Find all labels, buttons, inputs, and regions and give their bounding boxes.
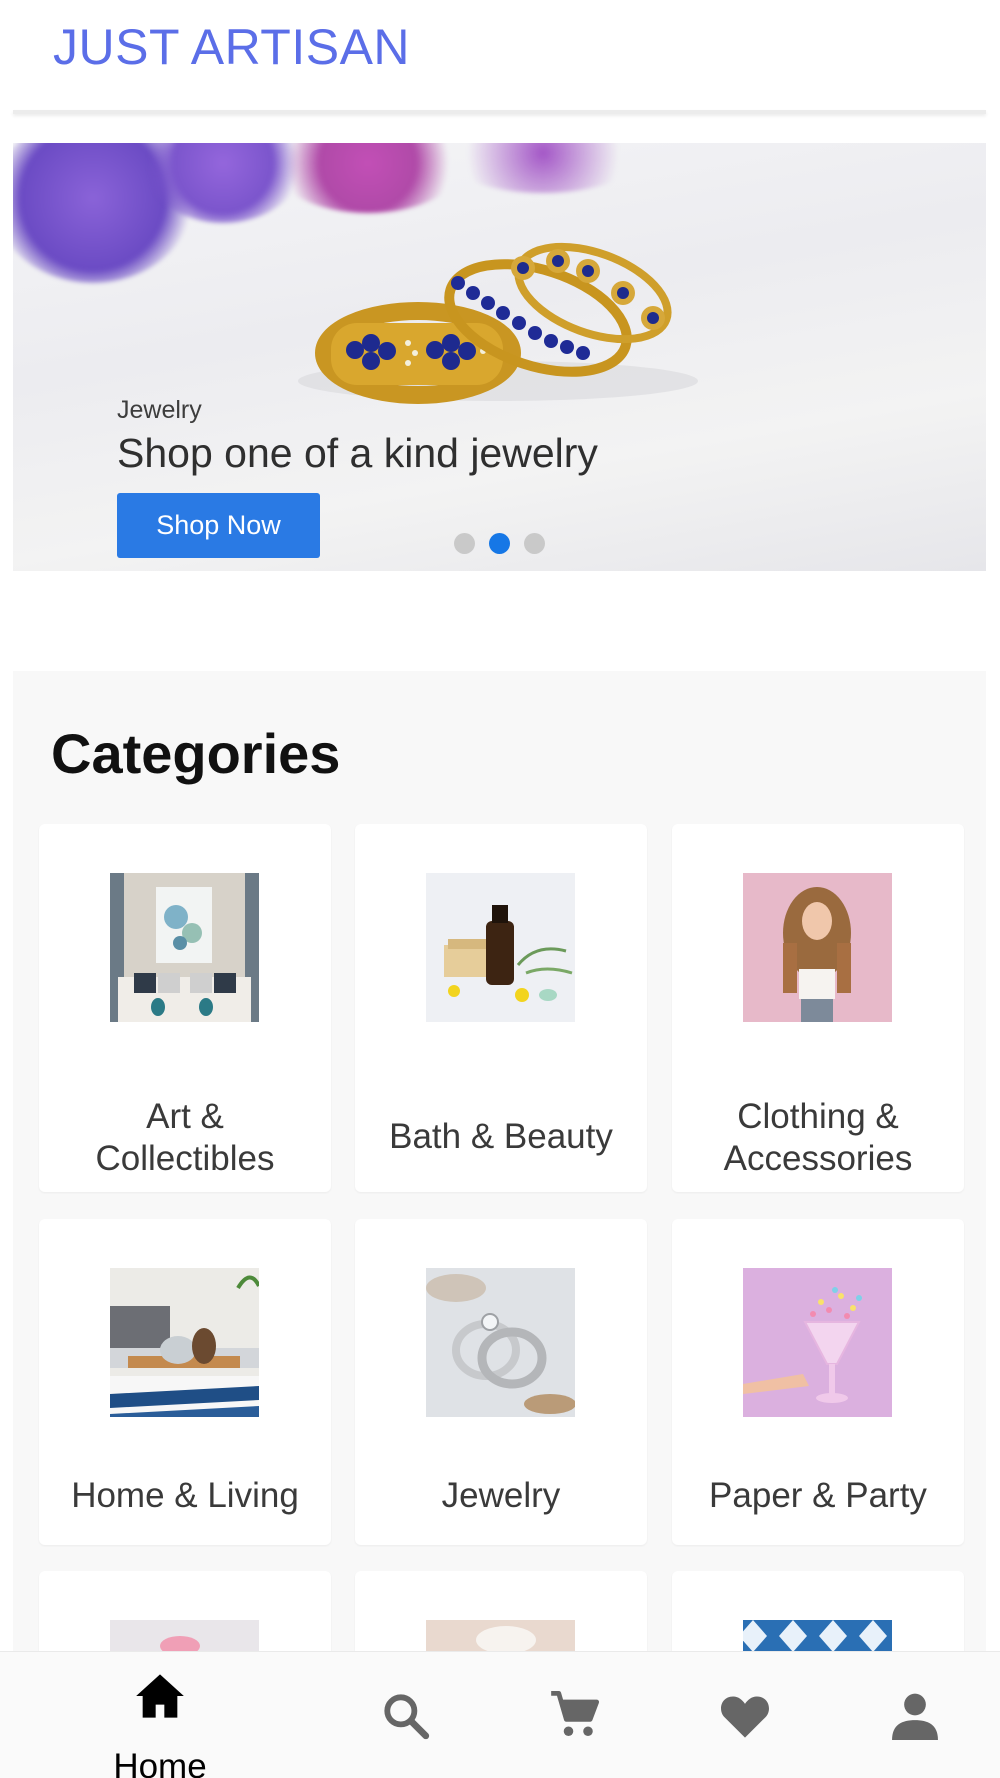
category-card-paper-party[interactable]: Paper & Party — [672, 1219, 964, 1545]
bottom-navigation: Home — [0, 1651, 1000, 1778]
category-card-art-collectibles[interactable]: Art & Collectibles — [39, 824, 331, 1192]
category-label: Jewelry — [355, 1475, 647, 1517]
category-card-bath-beauty[interactable]: Bath & Beauty — [355, 824, 647, 1192]
nav-cart[interactable] — [530, 1652, 620, 1778]
shop-now-button[interactable]: Shop Now — [117, 493, 320, 558]
category-card-home-living[interactable]: Home & Living — [39, 1219, 331, 1545]
home-living-image — [110, 1268, 259, 1417]
carousel-indicators — [454, 533, 545, 554]
category-label-line: Accessories — [723, 1139, 913, 1178]
category-label: Paper & Party — [672, 1475, 964, 1517]
banner-headline: Shop one of a kind jewelry — [117, 430, 598, 476]
promo-banner[interactable]: Jewelry Shop one of a kind jewelry Shop … — [13, 143, 986, 571]
art-collectibles-image — [110, 873, 259, 1022]
carousel-dot-active[interactable] — [489, 533, 510, 554]
profile-icon — [892, 1693, 938, 1740]
heart-icon — [721, 1696, 769, 1738]
category-label: Clothing & Accessories — [672, 1096, 964, 1180]
home-icon — [136, 1674, 184, 1718]
category-label-line: Art & — [146, 1097, 224, 1136]
app-screen: JUST ARTISAN Jewelry Shop one of a kind … — [0, 0, 1000, 1778]
category-image — [743, 1620, 892, 1652]
nav-home[interactable]: Home — [80, 1652, 240, 1778]
clothing-accessories-image — [743, 873, 892, 1022]
category-image — [110, 1620, 259, 1652]
paper-party-image — [743, 1268, 892, 1417]
nav-favorites[interactable] — [700, 1652, 790, 1778]
category-image — [426, 1620, 575, 1652]
categories-heading: Categories — [51, 722, 341, 785]
category-card-clothing-accessories[interactable]: Clothing & Accessories — [672, 824, 964, 1192]
category-label: Art & Collectibles — [39, 1096, 331, 1180]
category-label: Bath & Beauty — [355, 1116, 647, 1158]
categories-section: Categories Art & Collectibles Bath & Bea… — [13, 671, 986, 1778]
category-label-line: Clothing & — [737, 1097, 899, 1136]
cart-icon — [551, 1690, 600, 1737]
header-divider — [13, 110, 986, 114]
app-header: JUST ARTISAN — [0, 0, 1000, 114]
search-icon — [384, 1694, 430, 1740]
nav-profile[interactable] — [870, 1652, 960, 1778]
category-card-jewelry[interactable]: Jewelry — [355, 1219, 647, 1545]
category-label: Home & Living — [39, 1475, 331, 1517]
nav-home-label: Home — [113, 1747, 207, 1778]
jewelry-image — [426, 1268, 575, 1417]
app-title: JUST ARTISAN — [53, 19, 411, 75]
bath-beauty-image — [426, 873, 575, 1022]
category-label-line: Paper & Party — [709, 1476, 927, 1515]
nav-search[interactable] — [360, 1652, 450, 1778]
category-label-line: Jewelry — [441, 1476, 561, 1515]
carousel-dot[interactable] — [454, 533, 475, 554]
category-label-line: Home & Living — [71, 1476, 299, 1515]
banner-kicker: Jewelry — [117, 396, 202, 424]
carousel-dot[interactable] — [524, 533, 545, 554]
category-label-line: Bath & Beauty — [389, 1117, 613, 1156]
category-label-line: Collectibles — [95, 1139, 275, 1178]
